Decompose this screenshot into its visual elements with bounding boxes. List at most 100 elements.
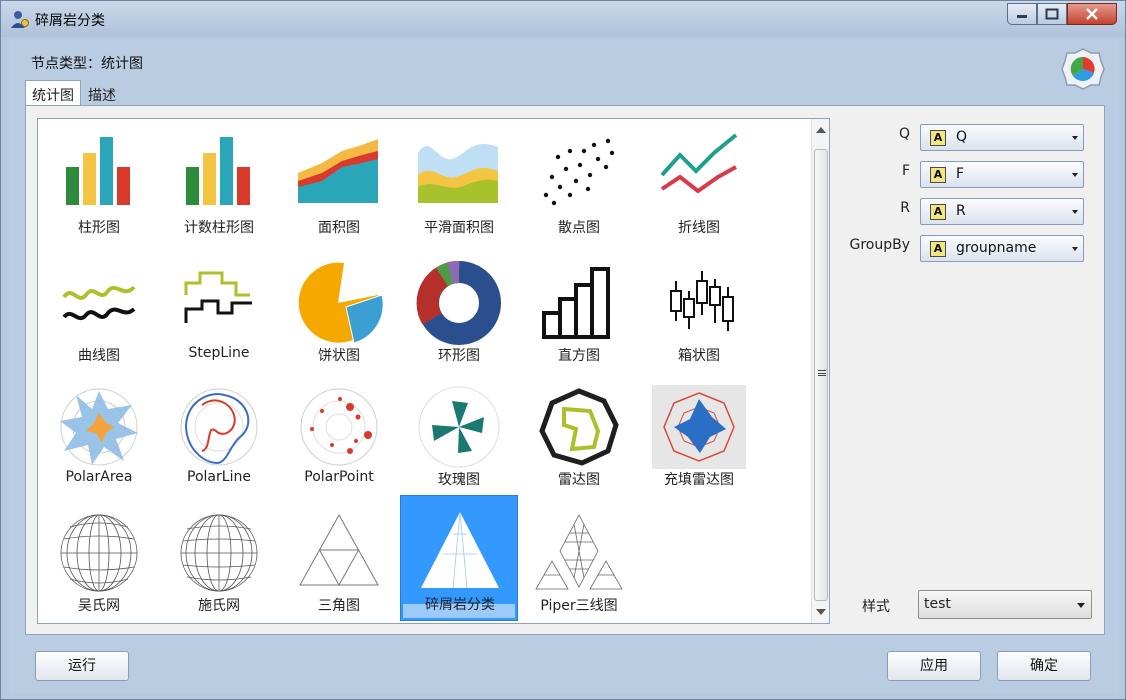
chart-item-curve[interactable]: 曲线图	[40, 247, 158, 373]
chart-item-label: 曲线图	[78, 348, 120, 364]
pie-chart-icon	[298, 262, 384, 344]
chart-item-rose[interactable]: 玫瑰图	[400, 371, 518, 497]
chart-item-label: PolarLine	[187, 469, 251, 485]
chart-item-count-bar[interactable]: 计数柱形图	[160, 119, 278, 245]
chevron-down-icon	[1072, 210, 1078, 214]
scroll-up-icon[interactable]	[816, 127, 826, 133]
chart-item-line[interactable]: 折线图	[640, 119, 758, 245]
chevron-down-icon	[1077, 603, 1085, 608]
chart-item-step-line[interactable]: StepLine	[160, 247, 278, 373]
field-mapping-panel: Q A Q F A F R A R GroupBy A groupname 样式…	[838, 118, 1100, 624]
text-field-icon: A	[930, 167, 946, 183]
chart-item-wulff-net[interactable]: 吴氏网	[40, 497, 158, 623]
chart-item-label: 计数柱形图	[184, 220, 254, 236]
ternary-chart-icon	[299, 513, 379, 587]
chart-item-label: StepLine	[188, 345, 250, 361]
histogram-icon	[542, 267, 610, 339]
box-plot-icon	[670, 271, 734, 331]
chevron-down-icon	[1072, 247, 1078, 251]
field-row-r: R A R	[838, 198, 1100, 226]
maximize-button[interactable]	[1037, 3, 1067, 25]
chart-item-label: 吴氏网	[78, 598, 120, 614]
field-value: groupname	[956, 240, 1037, 256]
chart-item-schmidt-net[interactable]: 施氏网	[160, 497, 278, 623]
step-line-chart-icon	[184, 271, 252, 323]
chevron-down-icon	[1072, 136, 1078, 140]
count-bar-chart-icon	[186, 137, 250, 205]
tab-description[interactable]: 描述	[81, 80, 123, 106]
chart-item-box-plot[interactable]: 箱状图	[640, 247, 758, 373]
scrollbar-thumb[interactable]	[814, 149, 828, 601]
chart-item-label: 施氏网	[198, 598, 240, 614]
chart-item-label: 饼状图	[318, 348, 360, 364]
donut-chart-icon	[416, 261, 501, 345]
statistics-chart-badge-icon	[1061, 48, 1105, 90]
chart-type-gallery: 柱形图 计数柱形图 面积图 平滑面积图 散点图 折线图 曲线图 StepLine…	[37, 118, 830, 624]
chart-item-area[interactable]: 面积图	[280, 119, 398, 245]
tab-statistics-chart[interactable]: 统计图	[25, 80, 81, 107]
close-button[interactable]	[1067, 3, 1117, 25]
chart-item-label: PolarArea	[65, 469, 133, 485]
chart-item-bar[interactable]: 柱形图	[40, 119, 158, 245]
field-label: F	[901, 163, 910, 179]
field-label: R	[900, 200, 910, 216]
chart-item-label: 面积图	[318, 220, 360, 236]
chart-item-piper[interactable]: Piper三线图	[520, 497, 638, 623]
text-field-icon: A	[930, 241, 946, 257]
dialog-body: 节点类型：统计图 统计图 描述 柱形图 计数柱形图 面积图 平滑面积图 散点图 …	[9, 39, 1119, 693]
chart-item-polar-area[interactable]: PolarArea	[40, 371, 158, 497]
chart-item-label: PolarPoint	[304, 469, 374, 485]
field-q-combo[interactable]: A Q	[920, 124, 1084, 151]
chart-item-label: 雷达图	[558, 472, 600, 488]
grip-icon	[818, 370, 826, 376]
apply-button[interactable]: 应用	[887, 651, 981, 681]
dialog-window: 碎屑岩分类 节点类型：统计图 统计图 描述 柱形图 计数柱形图 面积图 平滑面积…	[0, 0, 1126, 700]
field-value: Q	[956, 129, 968, 145]
chart-item-pie[interactable]: 饼状图	[280, 247, 398, 373]
chart-item-radar[interactable]: 雷达图	[520, 371, 638, 497]
title-bar[interactable]: 碎屑岩分类	[1, 1, 1125, 37]
clastic-rock-classification-icon	[421, 511, 499, 589]
rose-chart-icon	[418, 386, 500, 468]
smooth-area-chart-icon	[418, 144, 498, 203]
minimize-button[interactable]	[1007, 3, 1037, 25]
gallery-scrollbar[interactable]	[811, 119, 829, 623]
chart-item-label: 碎屑岩分类	[425, 597, 495, 613]
field-f-combo[interactable]: A F	[920, 161, 1084, 188]
field-label: Q	[898, 126, 910, 142]
chart-item-label: 充填雷达图	[664, 472, 734, 488]
text-field-icon: A	[930, 204, 946, 220]
field-groupby-combo[interactable]: A groupname	[920, 235, 1084, 262]
minimize-icon	[1017, 15, 1027, 18]
chart-item-ternary[interactable]: 三角图	[280, 497, 398, 623]
chart-item-label: 折线图	[678, 220, 720, 236]
chart-item-clastic-rock[interactable]: 碎屑岩分类	[400, 495, 518, 621]
node-type-label: 节点类型：统计图	[31, 56, 143, 72]
radar-chart-icon	[539, 388, 619, 466]
ok-button[interactable]: 确定	[997, 651, 1091, 681]
chart-item-filled-radar[interactable]: 充填雷达图	[640, 371, 758, 497]
field-row-groupby: GroupBy A groupname	[838, 235, 1100, 263]
chart-item-donut[interactable]: 环形图	[400, 247, 518, 373]
piper-diagram-icon	[535, 514, 623, 590]
chart-item-polar-point[interactable]: PolarPoint	[280, 371, 398, 497]
polar-line-icon	[180, 388, 258, 466]
wulff-net-icon	[60, 514, 138, 592]
chart-item-histogram[interactable]: 直方图	[520, 247, 638, 373]
scroll-down-icon[interactable]	[816, 609, 826, 615]
polar-area-icon	[60, 388, 138, 466]
chart-item-label: Piper三线图	[540, 598, 618, 614]
field-r-combo[interactable]: A R	[920, 198, 1084, 225]
chart-item-polar-line[interactable]: PolarLine	[160, 371, 278, 497]
tab-bar: 统计图 描述	[25, 80, 123, 107]
chart-item-label: 散点图	[558, 220, 600, 236]
close-icon	[1086, 8, 1098, 20]
style-select[interactable]: test	[918, 590, 1092, 619]
chart-item-label: 直方图	[558, 348, 600, 364]
scatter-chart-icon	[543, 138, 615, 206]
chart-item-scatter[interactable]: 散点图	[520, 119, 638, 245]
chart-item-smooth-area[interactable]: 平滑面积图	[400, 119, 518, 245]
bar-chart-icon	[66, 137, 130, 205]
app-user-icon	[11, 11, 29, 28]
run-button[interactable]: 运行	[35, 651, 129, 681]
